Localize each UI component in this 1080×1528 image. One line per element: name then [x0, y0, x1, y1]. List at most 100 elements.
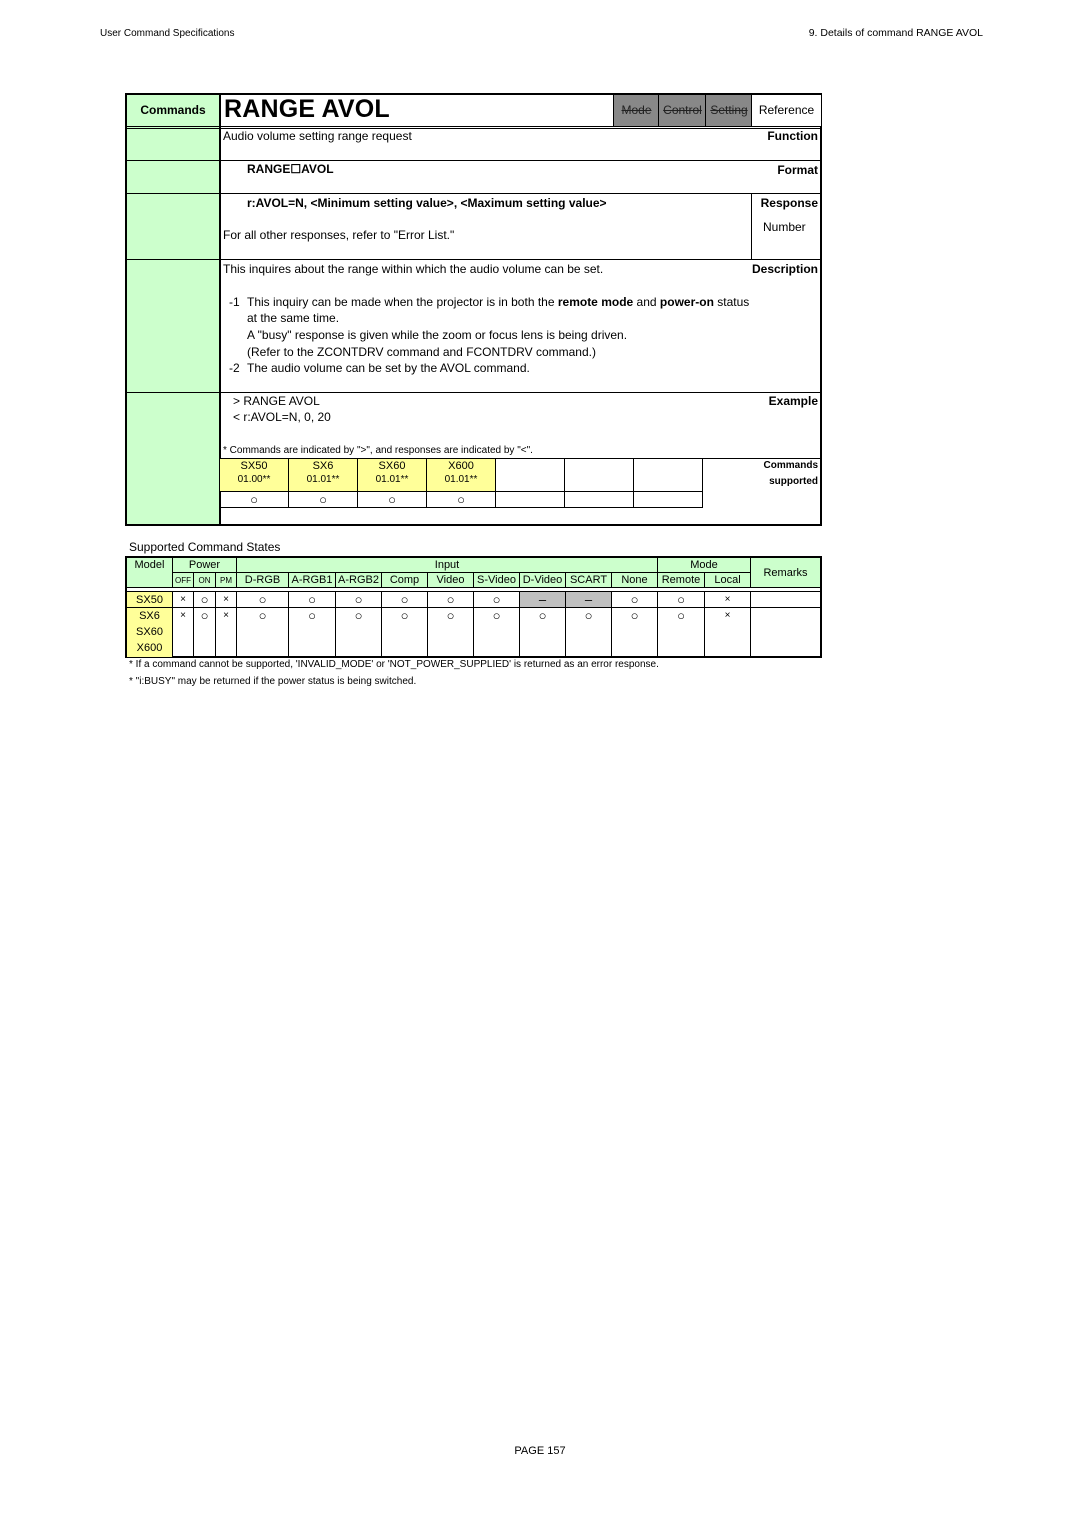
document-header-section: 9. Details of command RANGE AVOL	[808, 27, 983, 39]
note-1-number: -1	[229, 295, 240, 309]
state-unsupported: ×	[216, 592, 237, 608]
state-supported: ○	[194, 592, 216, 608]
row-remarks	[751, 592, 820, 608]
note-1-line-1: This inquiry can be made when the projec…	[247, 295, 749, 309]
supported-mark: ○	[289, 492, 358, 508]
format-label: Format	[777, 163, 818, 177]
header-input-s-video: S-Video	[474, 573, 520, 588]
note-text: This inquiry can be made when the projec…	[247, 295, 558, 309]
state-supported: ○	[474, 592, 520, 608]
empty-model-cell	[565, 459, 634, 492]
function-text: Audio volume setting range request	[223, 129, 412, 143]
state-supported: ○	[289, 592, 336, 608]
state-supported: ○	[382, 592, 428, 608]
header-input-video: Video	[428, 573, 474, 588]
state-unsupported: ×	[173, 592, 194, 608]
state-supported: ○	[658, 592, 705, 608]
example-label: Example	[768, 394, 818, 408]
state-supported: ○	[336, 608, 382, 658]
supported-states-table: Model Power Input Mode Remarks OFF ON PM D-RGB A-…	[125, 556, 822, 658]
empty-model-cell	[634, 459, 703, 492]
state-supported: ○	[237, 592, 289, 608]
format-text: RANGE☐AVOL	[247, 162, 334, 176]
header-input-scart: SCART	[566, 573, 612, 588]
note-text: and	[633, 295, 660, 309]
page-number: PAGE 157	[514, 1445, 566, 1457]
example-note: * Commands are indicated by ">", and res…	[223, 445, 533, 456]
header-input-a-rgb1: A-RGB1	[289, 573, 336, 588]
divider	[127, 160, 820, 161]
divider	[751, 193, 752, 259]
supported-model-version: 01.00**	[237, 474, 271, 485]
header-power-on: ON	[194, 573, 216, 588]
row-model-name: SX6	[139, 610, 160, 622]
state-unsupported: ×	[705, 608, 751, 658]
supported-model-version: 01.01**	[375, 474, 409, 485]
state-supported: ○	[612, 608, 658, 658]
state-supported: ○	[382, 608, 428, 658]
note-bold-power-on: power-on	[659, 295, 714, 309]
supported-model-cell: SX60 01.01**	[358, 459, 427, 492]
row-model-cell: SX6 SX60 X600	[127, 608, 173, 658]
state-supported: ○	[428, 608, 474, 658]
state-unsupported: ×	[705, 592, 751, 608]
header-model: Model	[127, 558, 173, 588]
note-2-number: -2	[229, 361, 240, 375]
state-unsupported: ×	[173, 608, 194, 658]
row-model-name: X600	[136, 642, 163, 654]
commands-supported-label-2: supported	[769, 476, 818, 487]
state-supported: ○	[612, 592, 658, 608]
empty-model-cell	[496, 459, 565, 492]
commands-label: Commands	[140, 103, 206, 117]
state-supported: ○	[566, 608, 612, 658]
header-power: Power	[173, 558, 237, 573]
commands-supported-label-1: Commands	[763, 460, 818, 471]
row-remarks	[751, 608, 820, 658]
divider	[127, 392, 820, 393]
state-supported: ○	[289, 608, 336, 658]
header-mode: Mode	[658, 558, 751, 573]
state-supported: ○	[428, 592, 474, 608]
divider	[127, 259, 820, 260]
note-text: status	[713, 295, 750, 309]
command-spec-box: Commands RANGE AVOL Mode Control Setting…	[125, 93, 822, 526]
header-input-none: None	[612, 573, 658, 588]
example-command: > RANGE AVOL	[233, 394, 320, 408]
supported-model-cell: SX6 01.01**	[289, 459, 358, 492]
document-header-title: User Command Specifications	[100, 28, 235, 39]
header-input-d-video: D-Video	[520, 573, 566, 588]
divider	[127, 193, 820, 194]
note-bold-remote-mode: remote mode	[557, 295, 634, 309]
command-title: RANGE AVOL	[224, 95, 390, 123]
note-2-line-1: The audio volume can be set by the AVOL …	[247, 361, 530, 375]
state-supported: ○	[474, 608, 520, 658]
header-mode-local: Local	[705, 573, 751, 588]
state-supported: ○	[237, 608, 289, 658]
supported-mark: ○	[358, 492, 427, 508]
function-label: Function	[767, 129, 818, 143]
response-label: Response	[760, 196, 818, 210]
supported-model-name: SX50	[240, 460, 268, 472]
supported-mark: ○	[220, 492, 289, 508]
state-supported: ○	[336, 592, 382, 608]
supported-model-cell: SX50 01.00**	[220, 459, 289, 492]
tab-reference: Reference	[751, 95, 821, 126]
row-model-name: SX50	[136, 594, 163, 606]
header-mode-remote: Remote	[658, 573, 705, 588]
state-unavailable: –	[566, 592, 612, 608]
states-caption: Supported Command States	[129, 540, 281, 554]
supported-model-version: 01.01**	[306, 474, 340, 485]
empty-mark-cell	[496, 492, 565, 508]
header-input-a-rgb2: A-RGB2	[336, 573, 382, 588]
state-supported: ○	[194, 608, 216, 658]
states-note-1: * If a command cannot be supported, 'INV…	[129, 659, 659, 670]
state-supported: ○	[520, 608, 566, 658]
states-note-2: * "i:BUSY" may be returned if the power …	[129, 676, 417, 687]
response-other-text: For all other responses, refer to "Error…	[223, 228, 455, 242]
supported-model-version: 01.01**	[444, 474, 478, 485]
note-1-line-3: A "busy" response is given while the zoo…	[247, 328, 628, 342]
description-label: Description	[751, 262, 818, 276]
state-unsupported: ×	[216, 608, 237, 658]
supported-model-name: SX60	[378, 460, 406, 472]
tab-mode: Mode	[613, 95, 659, 126]
